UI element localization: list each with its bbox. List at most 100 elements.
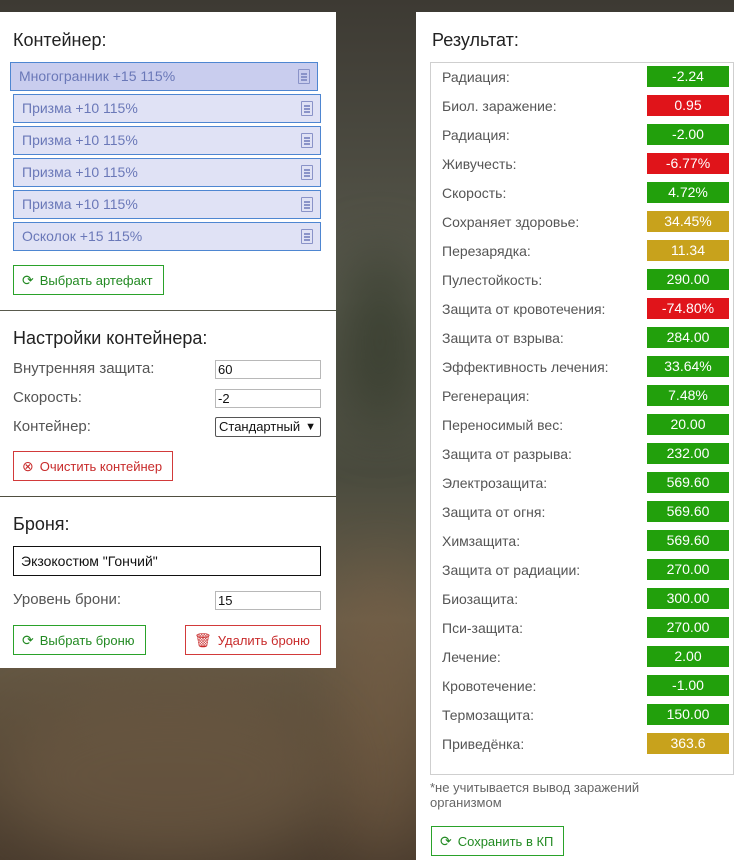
result-row-name: Приведёнка: bbox=[442, 736, 525, 752]
result-row-value: 11.34 bbox=[647, 240, 729, 261]
result-row: Биол. заражение: 0.95 bbox=[431, 92, 734, 121]
result-row-name: Биол. заражение: bbox=[442, 98, 557, 114]
result-row-name: Скорость: bbox=[442, 185, 507, 201]
result-row: Живучесть: -6.77% bbox=[431, 150, 734, 179]
result-row: Защита от радиации: 270.00 bbox=[431, 556, 734, 585]
result-row-name: Перезарядка: bbox=[442, 243, 531, 259]
container-type-label: Контейнер: bbox=[13, 418, 91, 435]
artifact-item[interactable]: Призма +10 115% bbox=[13, 190, 321, 219]
result-row-value: -1.00 bbox=[647, 675, 729, 696]
close-circle-icon: ⊗ bbox=[22, 458, 34, 474]
armor-panel: Броня: Экзокостюм "Гончий" Уровень брони… bbox=[0, 497, 336, 668]
clear-container-button[interactable]: ⊗ Очистить контейнер bbox=[13, 451, 174, 481]
delete-armor-button[interactable]: 🗑 Удалить броню bbox=[185, 625, 321, 655]
result-row: Защита от кровотечения: -74.80% bbox=[431, 295, 734, 324]
result-title: Результат: bbox=[432, 30, 519, 50]
result-row: Пулестойкость: 290.00 bbox=[431, 266, 734, 295]
background-image-ground bbox=[0, 690, 336, 860]
result-row-value: 270.00 bbox=[647, 617, 729, 638]
result-row-value: 300.00 bbox=[647, 588, 729, 609]
result-row-name: Кровотечение: bbox=[442, 678, 537, 694]
result-row-value: 7.48% bbox=[647, 385, 729, 406]
result-row-name: Эффективность лечения: bbox=[442, 359, 609, 375]
result-row: Пси-защита: 270.00 bbox=[431, 614, 734, 643]
result-row-value: 0.95 bbox=[647, 95, 729, 116]
artifact-label: Осколок +15 115% bbox=[22, 228, 143, 244]
select-artifact-button[interactable]: ⟳ Выбрать артефакт bbox=[13, 265, 164, 295]
result-row: Сохраняет здоровье: 34.45% bbox=[431, 208, 734, 237]
result-row: Приведёнка: 363.6 bbox=[431, 730, 734, 759]
result-row-value: 150.00 bbox=[647, 704, 729, 725]
result-row-name: Сохраняет здоровье: bbox=[442, 214, 580, 230]
armor-level-input[interactable] bbox=[215, 591, 321, 610]
result-row-name: Лечение: bbox=[442, 649, 501, 665]
speed-label: Скорость: bbox=[13, 389, 82, 406]
document-icon[interactable] bbox=[301, 101, 313, 116]
result-row-value: -74.80% bbox=[647, 298, 729, 319]
result-row: Биозащита: 300.00 bbox=[431, 585, 734, 614]
result-row: Эффективность лечения: 33.64% bbox=[431, 353, 734, 382]
container-title: Контейнер: bbox=[13, 30, 107, 50]
artifact-label: Многогранник +15 115% bbox=[19, 68, 176, 84]
result-row-name: Защита от кровотечения: bbox=[442, 301, 606, 317]
container-type-value: Стандартный bbox=[219, 419, 301, 434]
document-icon[interactable] bbox=[298, 69, 310, 84]
result-row-name: Живучесть: bbox=[442, 156, 517, 172]
document-icon[interactable] bbox=[301, 133, 313, 148]
result-row-name: Регенерация: bbox=[442, 388, 530, 404]
refresh-icon: ⟳ bbox=[440, 833, 452, 849]
select-armor-label: Выбрать броню bbox=[39, 633, 135, 648]
result-row-name: Термозащита: bbox=[442, 707, 535, 723]
result-row-value: -6.77% bbox=[647, 153, 729, 174]
document-icon[interactable] bbox=[301, 197, 313, 212]
container-type-select[interactable]: Стандартный ▼ bbox=[215, 417, 321, 437]
result-row-value: 290.00 bbox=[647, 269, 729, 290]
result-row: Радиация: -2.24 bbox=[431, 63, 734, 92]
result-row-value: 569.60 bbox=[647, 501, 729, 522]
document-icon[interactable] bbox=[301, 165, 313, 180]
document-icon[interactable] bbox=[301, 229, 313, 244]
container-panel: Контейнер: Многогранник +15 115% Призма +… bbox=[0, 12, 336, 310]
result-row: Электрозащита: 569.60 bbox=[431, 469, 734, 498]
result-row: Термозащита: 150.00 bbox=[431, 701, 734, 730]
artifact-label: Призма +10 115% bbox=[22, 132, 138, 148]
artifact-label: Призма +10 115% bbox=[22, 100, 138, 116]
save-button[interactable]: ⟳ Сохранить в КП bbox=[431, 826, 565, 856]
artifact-item[interactable]: Призма +10 115% bbox=[13, 158, 321, 187]
chevron-down-icon: ▼ bbox=[305, 421, 316, 433]
inner-protection-input[interactable] bbox=[215, 360, 321, 379]
container-settings-title: Настройки контейнера: bbox=[13, 328, 208, 348]
result-row: Переносимый вес: 20.00 bbox=[431, 411, 734, 440]
result-row: Защита от разрыва: 232.00 bbox=[431, 440, 734, 469]
result-row-value: 2.00 bbox=[647, 646, 729, 667]
container-settings-panel: Настройки контейнера: Внутренняя защита:… bbox=[0, 311, 336, 496]
result-row-value: 569.60 bbox=[647, 530, 729, 551]
result-row-name: Защита от радиации: bbox=[442, 562, 581, 578]
background-image bbox=[340, 250, 420, 430]
artifact-item[interactable]: Многогранник +15 115% bbox=[10, 62, 318, 91]
result-row-value: 34.45% bbox=[647, 211, 729, 232]
result-row: Радиация: -2.00 bbox=[431, 121, 734, 150]
artifact-item[interactable]: Осколок +15 115% bbox=[13, 222, 321, 251]
result-row-value: 232.00 bbox=[647, 443, 729, 464]
artifact-item[interactable]: Призма +10 115% bbox=[13, 94, 321, 123]
result-row-name: Защита от огня: bbox=[442, 504, 546, 520]
armor-name-box[interactable]: Экзокостюм "Гончий" bbox=[13, 546, 321, 576]
artifact-item[interactable]: Призма +10 115% bbox=[13, 126, 321, 155]
result-row-value: 284.00 bbox=[647, 327, 729, 348]
result-row: Химзащита: 569.60 bbox=[431, 527, 734, 556]
result-row-name: Защита от разрыва: bbox=[442, 446, 572, 462]
armor-level-label: Уровень брони: bbox=[13, 591, 122, 608]
result-row: Лечение: 2.00 bbox=[431, 643, 734, 672]
select-armor-button[interactable]: ⟳ Выбрать броню bbox=[13, 625, 146, 655]
armor-title: Броня: bbox=[13, 514, 70, 534]
result-row-name: Защита от взрыва: bbox=[442, 330, 564, 346]
speed-input[interactable] bbox=[215, 389, 321, 408]
result-row-value: 363.6 bbox=[647, 733, 729, 754]
result-row-name: Переносимый вес: bbox=[442, 417, 564, 433]
result-row: Кровотечение: -1.00 bbox=[431, 672, 734, 701]
delete-armor-label: Удалить броню bbox=[217, 633, 310, 648]
result-row: Защита от взрыва: 284.00 bbox=[431, 324, 734, 353]
result-note: *не учитывается вывод заражений организм… bbox=[430, 780, 640, 810]
result-row-name: Электрозащита: bbox=[442, 475, 548, 491]
